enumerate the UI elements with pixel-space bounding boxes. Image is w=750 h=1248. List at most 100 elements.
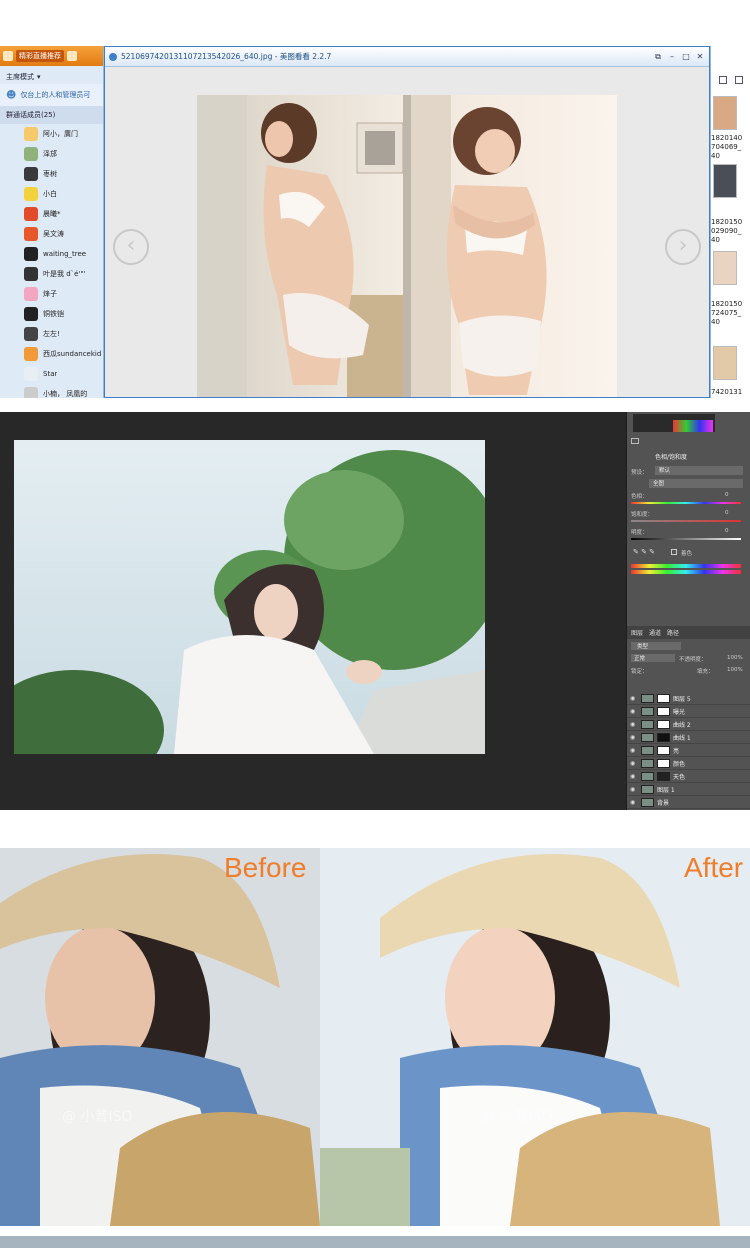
before-photo (0, 848, 320, 1226)
layer-thumbnail (641, 745, 654, 755)
layer-name: 天色 (673, 773, 686, 781)
viewer-titlebar: 52106974201311072135420​26_640.jpg - 美图看… (105, 47, 709, 67)
fill-value[interactable]: 100% (727, 667, 743, 673)
displayed-photo (197, 95, 617, 397)
group-members-header[interactable]: 群通话成员(25) (0, 106, 103, 124)
hue-slider[interactable] (631, 502, 741, 504)
member-name: 西瓜sundancekid (43, 350, 102, 358)
colorize-checkbox[interactable] (671, 549, 677, 555)
layer-thumbnail (641, 771, 654, 781)
member-item[interactable]: 枣树 (0, 164, 103, 184)
channel-select[interactable]: 全图 (649, 479, 743, 488)
thumbnail-image[interactable] (713, 251, 737, 285)
layer-row[interactable]: ◉ 曲线 1 (627, 731, 750, 744)
hue-value: 0 (725, 492, 729, 498)
arrow-right-icon[interactable]: › (665, 229, 701, 265)
eye-icon[interactable]: ◉ (630, 708, 638, 715)
eye-icon[interactable]: ◉ (630, 760, 638, 767)
editor-canvas (14, 440, 485, 754)
bottom-divider (0, 1236, 750, 1248)
layer-thumbnail (641, 797, 654, 807)
layer-name: 曲线 2 (673, 721, 691, 729)
eye-icon[interactable]: ◉ (630, 734, 638, 741)
member-item[interactable]: 晨曦* (0, 204, 103, 224)
member-item[interactable]: 泽邡 (0, 144, 103, 164)
avatar (24, 387, 38, 398)
layer-row[interactable]: ◉ 图层 5 (627, 692, 750, 705)
member-name: waiting_tree (43, 250, 87, 258)
layer-list: ◉ 图层 5 ◉ 曝光 ◉ 曲线 2 ◉ 曲线 1 ◉ 亮 ◉ 颜色 ◉ 天色 ◉ 图层 1 ◉ 背景 (627, 692, 750, 810)
member-item[interactable]: Star (0, 364, 103, 384)
member-item[interactable]: 阿小，廣门 (0, 124, 103, 144)
eye-icon[interactable]: ◉ (630, 786, 638, 793)
layer-row[interactable]: ◉ 图层 1 (627, 783, 750, 796)
eyedropper-icon[interactable]: ✎ ✎ ✎ (633, 548, 655, 556)
pin-icon[interactable] (67, 51, 77, 61)
member-item[interactable]: 吴文涛 (0, 224, 103, 244)
thumbnail-image[interactable] (713, 164, 737, 198)
minimize-icon[interactable]: – (667, 52, 677, 62)
layer-row[interactable]: ◉ 颜色 (627, 757, 750, 770)
layer-name: 亮 (673, 747, 680, 755)
member-item[interactable]: 烽子 (0, 284, 103, 304)
member-item[interactable]: 叶是我 d`é'"' (0, 264, 103, 284)
member-item[interactable]: 小楠， 凤凰的 (0, 384, 103, 398)
member-item[interactable]: 左左! (0, 324, 103, 344)
properties-icon[interactable] (631, 438, 639, 444)
preset-select[interactable]: 默认 (655, 466, 743, 475)
mode-selector[interactable]: 主席模式 ▾ (0, 66, 103, 84)
group-chat-panel: 精彩直播推荐 主席模式 ▾ ☻ 仅台上的人和管理员可 群通话成员(25) 阿小，… (0, 46, 104, 398)
layer-row[interactable]: ◉ 天色 (627, 770, 750, 783)
member-item[interactable]: 小白 (0, 184, 103, 204)
saturation-slider[interactable] (631, 520, 741, 522)
camera-icon[interactable] (3, 51, 13, 61)
eye-icon[interactable]: ◉ (630, 721, 638, 728)
member-item[interactable]: 西瓜sundancekid (0, 344, 103, 364)
grid-view-icon[interactable] (719, 76, 727, 84)
saturation-value: 0 (725, 510, 729, 516)
arrow-left-icon[interactable]: ‹ (113, 229, 149, 265)
before-label: Before (224, 852, 307, 883)
tab-layers[interactable]: 图层 (631, 628, 643, 637)
thumbnail-image[interactable] (713, 96, 737, 130)
layer-mask[interactable] (657, 693, 670, 703)
tab-channels[interactable]: 通道 (649, 628, 661, 637)
member-item[interactable]: 铜铁铠 (0, 304, 103, 324)
fullscreen-icon[interactable]: ⧉ (653, 52, 663, 62)
live-recommend-button[interactable]: 精彩直播推荐 (16, 50, 64, 62)
watermark: @ 小昔ISO (482, 1109, 553, 1125)
eye-icon[interactable]: ◉ (630, 799, 638, 806)
layer-mask[interactable] (657, 732, 670, 742)
lightness-value: 0 (725, 528, 729, 534)
lightness-slider[interactable] (631, 538, 741, 540)
layer-filter[interactable]: 类型 (631, 642, 681, 650)
close-icon[interactable]: ✕ (695, 52, 705, 62)
layer-mask[interactable] (657, 758, 670, 768)
list-view-icon[interactable] (735, 76, 743, 84)
mode-label: 主席模式 (6, 73, 34, 81)
layer-mask[interactable] (657, 706, 670, 716)
member-name: 泽邡 (43, 150, 57, 158)
blend-mode-select[interactable]: 正常 (631, 654, 675, 662)
thumbnail-image[interactable] (713, 346, 737, 380)
tab-paths[interactable]: 路径 (667, 628, 679, 637)
eye-icon[interactable]: ◉ (630, 695, 638, 702)
layer-name: 曲线 1 (673, 734, 691, 742)
layer-mask[interactable] (657, 745, 670, 755)
member-name: 叶是我 d`é'"' (43, 270, 86, 278)
eye-icon[interactable]: ◉ (630, 747, 638, 754)
eye-icon[interactable]: ◉ (630, 773, 638, 780)
layer-mask[interactable] (657, 719, 670, 729)
opacity-label: 不透明度： (679, 657, 707, 663)
layer-row[interactable]: ◉ 亮 (627, 744, 750, 757)
opacity-value[interactable]: 100% (727, 655, 743, 661)
layer-mask[interactable] (657, 771, 670, 781)
maximize-icon[interactable]: □ (681, 52, 691, 62)
layer-row[interactable]: ◉ 曲线 2 (627, 718, 750, 731)
layer-row[interactable]: ◉ 曝光 (627, 705, 750, 718)
lock-label: 锁定： (631, 669, 648, 675)
layer-row[interactable]: ◉ 背景 (627, 796, 750, 809)
hue-spectrum-bar (631, 570, 741, 574)
member-item[interactable]: waiting_tree (0, 244, 103, 264)
colorize-label: 着色 (681, 551, 693, 557)
